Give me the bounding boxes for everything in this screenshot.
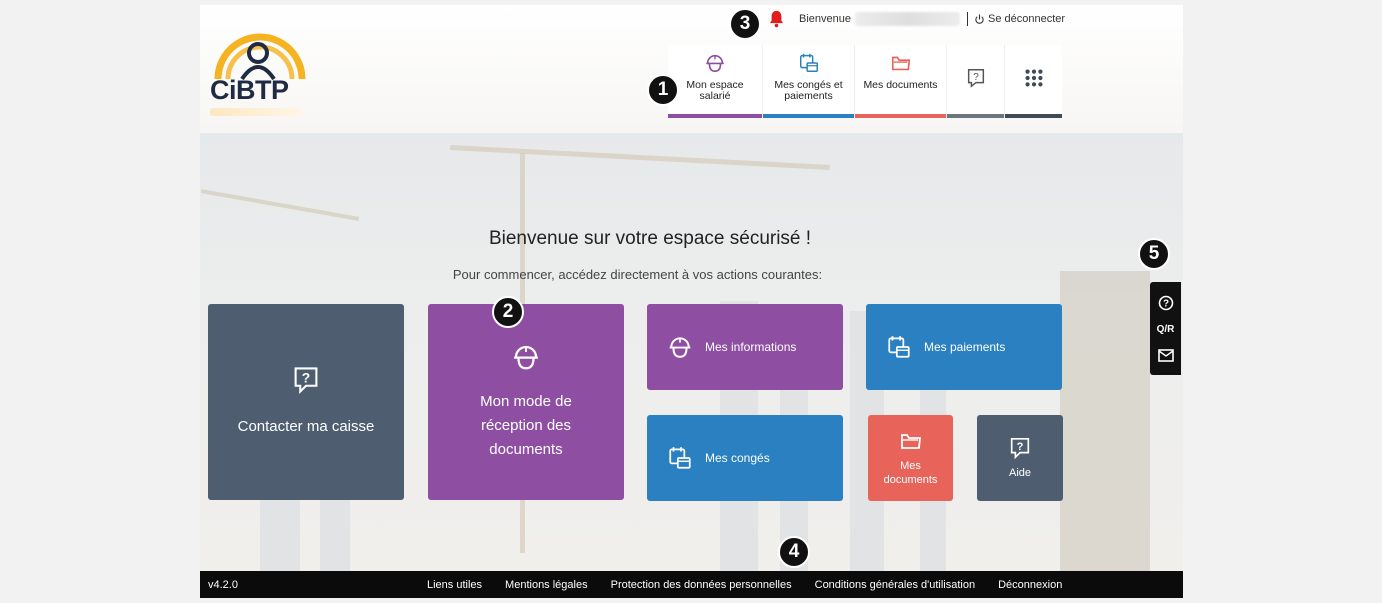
logo-text: CiBTP — [210, 75, 289, 105]
nav-underline — [1005, 114, 1062, 118]
apps-grid-icon — [1024, 69, 1043, 87]
tile-label: Contacter ma caisse — [237, 418, 375, 435]
footer-link-liens-utiles[interactable]: Liens utiles — [427, 579, 482, 591]
logo[interactable]: CiBTP — [210, 33, 310, 118]
hard-hat-icon — [669, 337, 691, 358]
qr-button[interactable]: Q/R — [1157, 324, 1175, 335]
tile-label: Mes congés — [705, 451, 770, 465]
page-subtitle: Pour commencer, accédez directement à vo… — [452, 267, 823, 282]
tile-label: Mes paiements — [924, 340, 1006, 354]
folder-icon — [900, 434, 921, 449]
tile-aide[interactable]: ? Aide — [977, 415, 1063, 501]
tile-label-line: documents — [489, 441, 563, 458]
nav-help[interactable]: ? — [946, 45, 1004, 118]
notification-bell-icon[interactable] — [765, 8, 787, 30]
callout-badge: 5 — [1138, 238, 1170, 270]
tile-mes-conges[interactable]: Mes congés — [647, 415, 843, 501]
mail-icon[interactable] — [1157, 349, 1174, 362]
header: CiBTP Bienvenue Se déconnecter Mon espac… — [200, 5, 1183, 133]
svg-text:?: ? — [973, 72, 979, 83]
tile-label-line: réception des — [480, 417, 572, 434]
nav-mes-documents[interactable]: Mes documents — [854, 45, 946, 118]
callout-badge: 1 — [647, 74, 679, 106]
logo-arch-icon — [214, 33, 306, 81]
footer-links: Liens utiles Mentions légales Protection… — [427, 579, 1062, 591]
tile-label: Mes informations — [705, 340, 797, 354]
tile-label-line: Mon mode de — [480, 393, 572, 410]
calendar-money-icon — [669, 447, 691, 469]
welcome-label: Bienvenue — [799, 13, 851, 25]
hard-hat-icon — [706, 54, 724, 73]
logo-underline — [210, 108, 302, 116]
folder-icon — [891, 56, 910, 71]
nav-underline — [668, 114, 762, 118]
svg-text:?: ? — [1017, 441, 1024, 453]
question-circle-icon[interactable]: ? — [1158, 295, 1174, 311]
page: CiBTP Bienvenue Se déconnecter Mon espac… — [200, 5, 1183, 598]
nav-underline — [763, 114, 854, 118]
nav-apps[interactable] — [1004, 45, 1062, 118]
footer-link-conditions-generales[interactable]: Conditions générales d'utilisation — [815, 579, 975, 591]
nav-label: Mes documents — [863, 79, 938, 91]
help-bubble-icon: ? — [1010, 437, 1030, 460]
hard-hat-icon — [514, 345, 538, 370]
logout-label: Se déconnecter — [988, 13, 1066, 25]
power-icon — [975, 13, 984, 24]
top-bar: Bienvenue Se déconnecter — [765, 8, 1065, 30]
nav-underline — [855, 114, 946, 118]
version-label: v4.2.0 — [208, 578, 238, 591]
callout-badge: 4 — [778, 536, 810, 568]
svg-text:?: ? — [1162, 298, 1168, 309]
calendar-money-icon — [888, 336, 910, 358]
nav-label: paiements — [784, 90, 833, 102]
page-title: Bienvenue sur votre espace sécurisé ! — [488, 228, 812, 249]
footer: v4.2.0 Liens utiles Mentions légales Pro… — [200, 571, 1183, 598]
tile-mes-documents[interactable]: Mes documents — [868, 415, 953, 501]
main-nav: Mon espace salarié Mes congés et paiemen… — [668, 45, 1062, 118]
nav-label: salarié — [699, 90, 731, 102]
tile-label: Mon mode de réception des documents — [480, 390, 572, 462]
callout-badge: 2 — [492, 296, 524, 328]
tile-mes-paiements[interactable]: Mes paiements — [866, 304, 1062, 390]
callout-badge: 3 — [729, 8, 761, 40]
tile-label: Aide — [1008, 467, 1032, 479]
footer-link-mentions-legales[interactable]: Mentions légales — [505, 579, 588, 591]
tile-mode-reception-documents[interactable]: Mon mode de réception des documents — [428, 304, 624, 500]
nav-mon-espace-salarie[interactable]: Mon espace salarié — [668, 45, 762, 118]
help-bubble-icon: ? — [967, 69, 984, 88]
logout-link[interactable]: Se déconnecter — [974, 13, 1065, 25]
floating-help-bar: ? Q/R — [1150, 282, 1181, 375]
svg-text:?: ? — [302, 369, 310, 385]
nav-underline — [947, 114, 1004, 118]
help-bubble-icon: ? — [294, 367, 318, 395]
user-name-redacted — [855, 12, 960, 26]
tile-mes-informations[interactable]: Mes informations — [647, 304, 843, 390]
footer-link-protection-donnees[interactable]: Protection des données personnelles — [611, 579, 792, 591]
tile-contacter-ma-caisse[interactable]: ? Contacter ma caisse — [208, 304, 404, 500]
divider — [967, 12, 968, 26]
footer-link-deconnexion[interactable]: Déconnexion — [998, 579, 1062, 591]
nav-conges-paiements[interactable]: Mes congés et paiements — [762, 45, 854, 118]
calendar-money-icon — [799, 53, 818, 72]
tile-label: documents — [883, 474, 938, 486]
hero-background: Bienvenue sur votre espace sécurisé ! Po… — [200, 133, 1183, 571]
tile-label: Mes — [900, 460, 921, 472]
